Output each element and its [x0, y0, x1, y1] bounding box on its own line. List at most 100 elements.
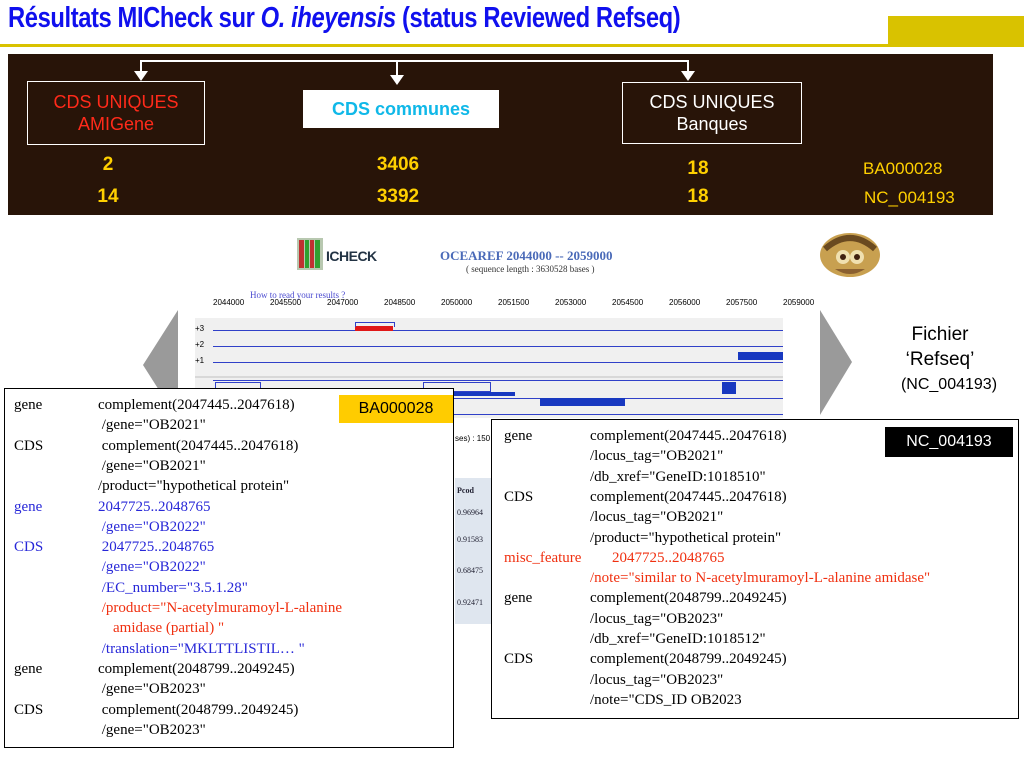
ruler-tick: 2056000 — [669, 298, 701, 307]
communes-count: 3406 — [376, 154, 420, 175]
feature-value: /locus_tag="OB2023" — [590, 671, 724, 688]
frame-track — [213, 380, 783, 381]
feature-value: complement(2048799..2049245) — [590, 651, 787, 668]
cds-block — [355, 322, 395, 327]
feature-key: CDS — [504, 651, 534, 668]
feature-value: /gene="OB2021" — [98, 417, 206, 434]
feature-value: /EC_number="3.5.1.28" — [98, 579, 248, 596]
feature-value: /gene="OB2022" — [98, 518, 206, 535]
region-title: OCEAREF 2044000 -- 2059000 — [440, 248, 613, 263]
table-cell: 0.96964 — [457, 508, 483, 517]
ruler-tick: 2051500 — [498, 298, 530, 307]
region-subtitle: ( sequence length : 3630528 bases ) — [466, 264, 595, 274]
arrow-right-icon — [820, 310, 852, 415]
feature-value: /note="CDS_ID OB2023 — [590, 691, 742, 708]
title-accent-bar — [888, 16, 1024, 44]
feature-value: /product="hypothetical protein" — [590, 529, 782, 546]
feature-value: /product="hypothetical protein" — [98, 478, 290, 495]
feature-key: gene — [504, 428, 533, 444]
frame-track — [213, 330, 783, 331]
amigene-annotation-panel: gene complement(2047445..2047618) /gene="… — [4, 388, 454, 748]
ruler-tick: 2044000 — [213, 298, 245, 307]
accession-tag: NC_004193 — [885, 427, 1013, 457]
title-underline — [0, 44, 1024, 47]
feature-value: complement(2047445..2047618) — [590, 488, 787, 505]
summary-band: CDS UNIQUES AMIGene CDS communes CDS UNI… — [8, 54, 993, 215]
feature-value: /translation="MKLTTLISTIL… " — [98, 640, 305, 657]
feature-key: CDS — [14, 539, 44, 556]
feature-value: /gene="OB2023" — [98, 681, 206, 698]
accession-label: BA000028 — [863, 159, 943, 178]
feature-value: 2047725..2048765 — [612, 549, 725, 566]
fichier-line1: Fichier — [911, 324, 969, 345]
title-part2: (status Reviewed Refseq) — [395, 2, 681, 34]
cds-uniques-amigene-box: CDS UNIQUES AMIGene — [27, 81, 205, 145]
title-part1: Résultats MICheck sur — [8, 2, 261, 34]
feature-value: /db_xref="GeneID:1018510" — [590, 468, 766, 485]
ruler-tick: 2047000 — [327, 298, 359, 307]
amigene-line1: CDS UNIQUES — [53, 92, 179, 112]
amigene-count: 14 — [97, 186, 119, 207]
micheck-logo-text: ICHECK — [326, 248, 377, 264]
ruler-tick: 2054500 — [612, 298, 644, 307]
table-header: Pcod — [457, 486, 474, 495]
feature-value: /gene="OB2023" — [98, 721, 206, 738]
feature-value: amidase (partial) " — [98, 620, 225, 637]
title-species: O. iheyensis — [260, 2, 397, 34]
cds-uniques-banques-box: CDS UNIQUES Banques — [622, 82, 802, 144]
frame-track — [213, 346, 783, 347]
communes-label: CDS communes — [331, 99, 471, 119]
feature-value: /db_xref="GeneID:1018512" — [590, 631, 766, 647]
banques-line1: CDS UNIQUES — [649, 92, 775, 112]
arrow-down-icon — [134, 71, 148, 81]
amigene-count: 2 — [102, 154, 114, 175]
arrow-down-icon — [681, 71, 695, 81]
track-label: +2 — [195, 340, 205, 349]
position-ruler: 2044000 2045500 2047000 2048500 2050000 … — [213, 298, 815, 320]
ruler-tick: 2059000 — [783, 298, 815, 307]
feature-key: gene — [14, 498, 43, 515]
ruler-tick: 2053000 — [555, 298, 587, 307]
feature-value: complement(2047445..2047618) — [590, 428, 787, 444]
cds-block — [738, 352, 783, 360]
fichier-line2: ‘Refseq’ — [905, 349, 975, 370]
track-label: +3 — [195, 324, 205, 333]
feature-key: gene — [504, 590, 533, 607]
banques-line2: Banques — [676, 114, 748, 134]
feature-value: complement(2047445..2047618) — [98, 437, 299, 454]
ruler-tick: 2057500 — [726, 298, 758, 307]
feature-key: CDS — [14, 701, 44, 718]
cds-block — [540, 398, 625, 406]
feature-value: 2047725..2048765 — [98, 539, 215, 556]
ruler-tick: 2050000 — [441, 298, 473, 307]
refseq-annotation-panel: gene complement(2047445..2047618) /locus_t… — [491, 419, 1019, 719]
ruler-tick: 2048500 — [384, 298, 416, 307]
accession-label: NC_004193 — [864, 188, 955, 207]
banques-count: 18 — [687, 158, 709, 179]
feature-key: CDS — [14, 437, 44, 454]
genoscope-logo-icon — [820, 233, 880, 277]
feature-key: misc_feature — [504, 549, 582, 566]
frame-track — [213, 362, 783, 363]
feature-key: gene — [14, 660, 43, 677]
feature-value: complement(2047445..2047618) — [98, 397, 295, 413]
page-title: Résultats MICheck sur O. iheyensis (stat… — [8, 2, 681, 35]
micheck-logo-icon — [297, 238, 323, 270]
table-cell: 0.92471 — [457, 598, 483, 607]
fichier-refseq-label: Fichier ‘Refseq’ — [880, 322, 1000, 372]
feature-value: complement(2048799..2049245) — [98, 701, 299, 718]
table-cell: 0.91583 — [457, 535, 483, 544]
feature-value: /locus_tag="OB2023" — [590, 610, 724, 627]
feature-value: /locus_tag="OB2021" — [590, 509, 724, 526]
table-cell: 0.68475 — [457, 566, 483, 575]
fichier-accession: (NC_004193) — [900, 376, 998, 393]
connector-line — [140, 60, 688, 62]
divider — [195, 376, 783, 378]
feature-value: complement(2048799..2049245) — [98, 660, 295, 677]
cds-communes-box: CDS communes — [303, 90, 499, 128]
arrow-down-icon — [390, 75, 404, 85]
search-stub: ses) : 150 — [455, 434, 491, 443]
communes-count: 3392 — [376, 186, 420, 207]
ruler-tick: 2045500 — [270, 298, 302, 307]
amigene-line2: AMIGene — [77, 114, 155, 134]
